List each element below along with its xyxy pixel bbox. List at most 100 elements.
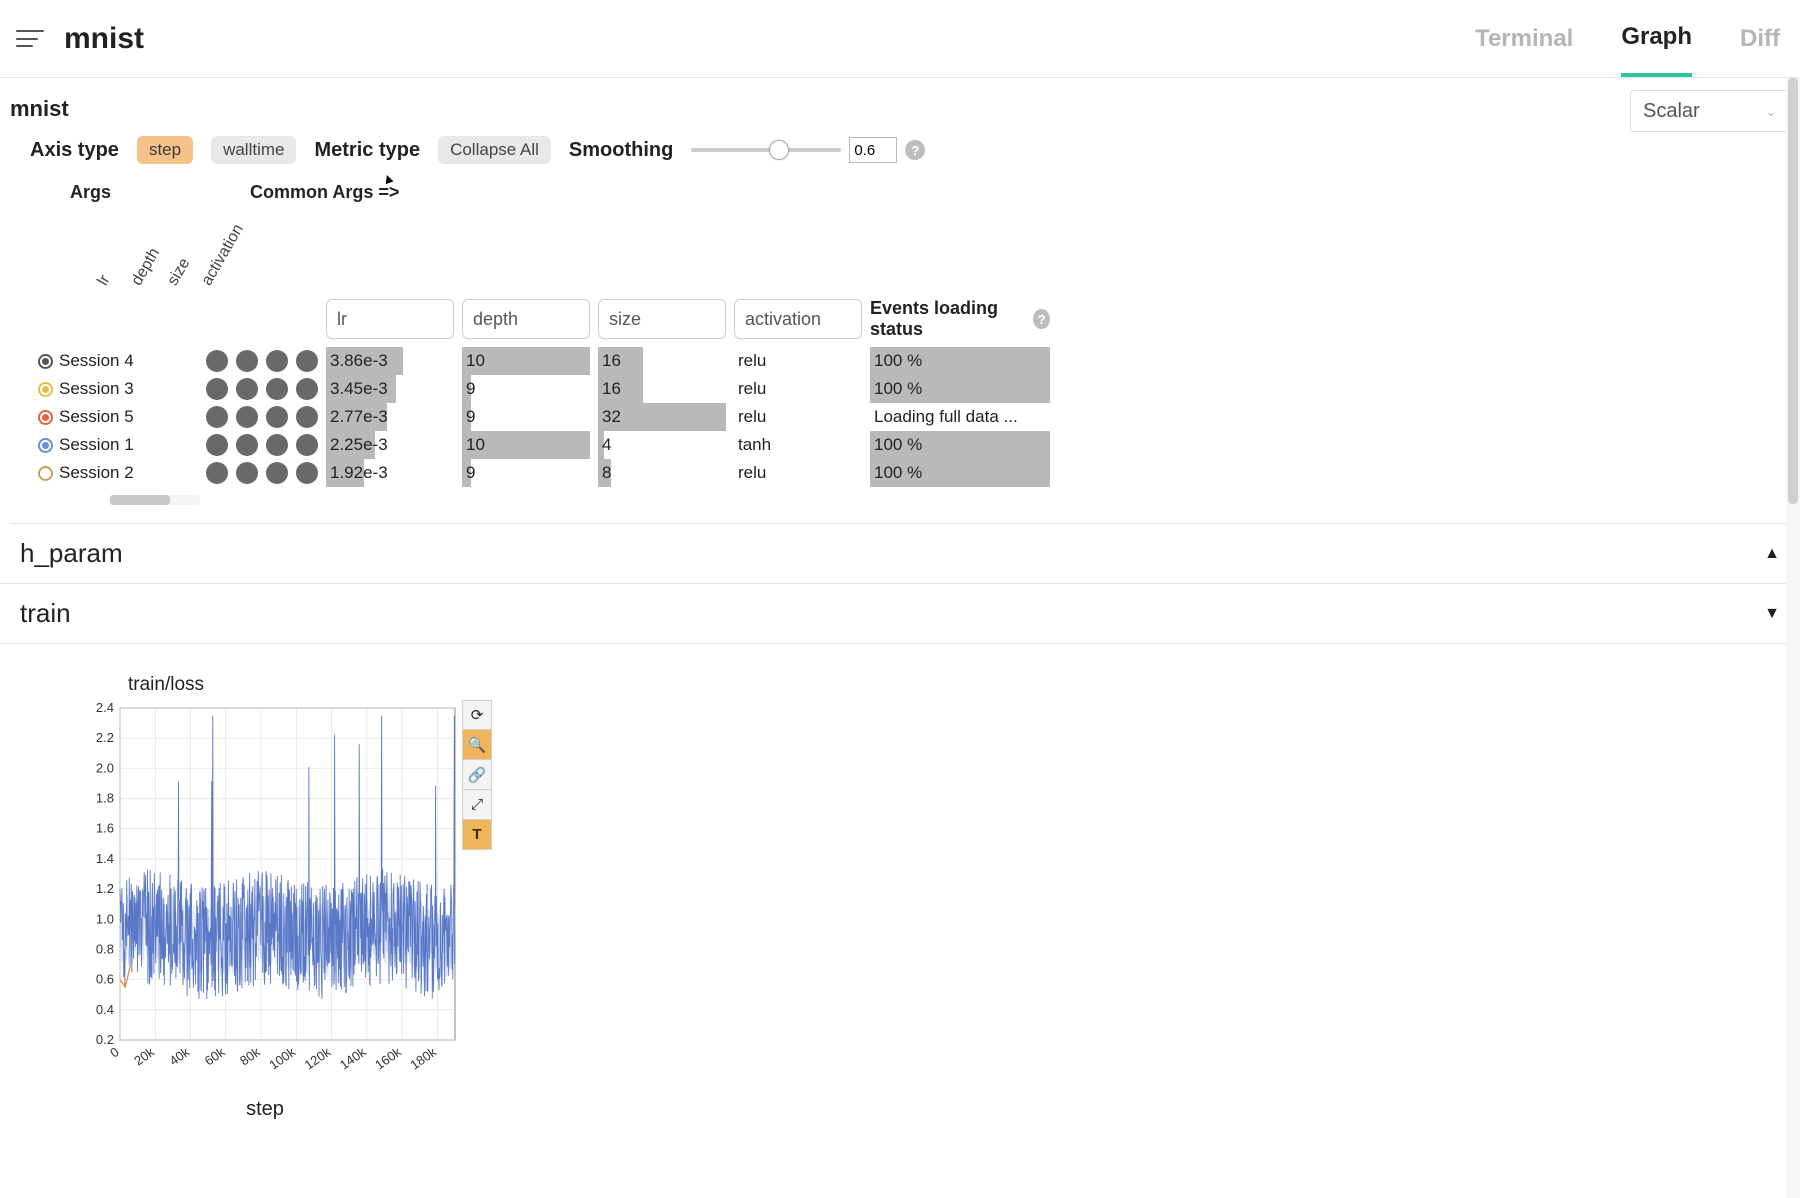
session-row[interactable]: Session 3 <box>38 375 198 403</box>
arg-dot[interactable] <box>206 350 228 372</box>
arg-dot[interactable] <box>206 462 228 484</box>
arg-dot[interactable] <box>236 350 258 372</box>
column-header[interactable]: lr <box>326 299 454 339</box>
arg-dot[interactable] <box>236 434 258 456</box>
arg-dot[interactable] <box>236 406 258 428</box>
column-size: size 16 16 32 4 8 <box>598 299 726 487</box>
breadcrumb: mnist <box>10 90 69 132</box>
expand-icon[interactable]: ⤢ <box>462 790 492 820</box>
diagonal-arg-labels: lr depth size activation <box>80 209 1790 289</box>
svg-text:140k: 140k <box>337 1044 369 1073</box>
session-row[interactable]: Session 1 <box>38 431 198 459</box>
text-icon[interactable]: T <box>462 820 492 850</box>
column-lr: lr 3.86e-3 3.45e-3 2.77e-3 2.25e-3 1.92e… <box>326 299 454 487</box>
smoothing-slider[interactable] <box>691 148 841 152</box>
column-header[interactable]: depth <box>462 299 590 339</box>
zoom-icon[interactable]: 🔍 <box>462 730 492 760</box>
link-icon[interactable]: 🔗 <box>462 760 492 790</box>
svg-text:100k: 100k <box>266 1044 298 1073</box>
svg-text:2.2: 2.2 <box>96 730 114 745</box>
arg-dot[interactable] <box>296 378 318 400</box>
session-list: Session 4 Session 3 Session 5 Session 1 … <box>38 299 198 487</box>
svg-text:1.0: 1.0 <box>96 911 114 926</box>
svg-text:1.2: 1.2 <box>96 881 114 896</box>
column-activation: activation relu relu relu tanh relu <box>734 299 862 487</box>
arg-dot[interactable] <box>206 406 228 428</box>
session-table: Session 4 Session 3 Session 5 Session 1 … <box>10 299 1790 487</box>
svg-text:40k: 40k <box>166 1044 192 1069</box>
svg-text:180k: 180k <box>407 1044 439 1073</box>
column-status: Events loading status? 100 % 100 % Loadi… <box>870 299 1050 487</box>
horizontal-scrollbar[interactable] <box>110 495 200 505</box>
arg-label-lr: lr <box>94 272 114 289</box>
menu-icon[interactable] <box>16 25 44 53</box>
svg-text:20k: 20k <box>131 1044 157 1069</box>
arg-dot[interactable] <box>296 350 318 372</box>
status-header: Events loading status <box>870 298 1027 340</box>
arg-dot[interactable] <box>296 434 318 456</box>
chart-train-loss: train/loss 0.20.40.60.81.01.21.41.61.82.… <box>0 644 1800 1151</box>
arg-dot[interactable] <box>206 434 228 456</box>
axis-step-pill[interactable]: step <box>137 136 193 164</box>
session-row[interactable]: Session 4 <box>38 347 198 375</box>
expand-down-icon: ▼ <box>1764 605 1780 623</box>
arg-dot[interactable] <box>266 378 288 400</box>
help-icon[interactable]: ? <box>1033 309 1050 329</box>
svg-text:80k: 80k <box>237 1044 263 1069</box>
smoothing-label: Smoothing <box>569 139 673 162</box>
arg-label-size: size <box>164 255 194 289</box>
common-args-label[interactable]: Common Args => <box>250 182 399 203</box>
column-header[interactable]: activation <box>734 299 862 339</box>
arg-dot[interactable] <box>236 462 258 484</box>
arg-dot[interactable] <box>206 378 228 400</box>
session-row[interactable]: Session 2 <box>38 459 198 487</box>
args-section: Args Common Args => lr depth size activa… <box>10 172 1790 299</box>
arg-dot-grid <box>206 299 318 487</box>
section-h-param[interactable]: h_param ▲ <box>0 524 1800 584</box>
main-tabs: Terminal Graph Diff <box>1475 1 1788 77</box>
arg-label-depth: depth <box>128 245 164 289</box>
svg-text:0.6: 0.6 <box>96 972 114 987</box>
chart-title: train/loss <box>128 674 460 696</box>
topbar: mnist Terminal Graph Diff <box>0 0 1800 78</box>
arg-dot[interactable] <box>266 434 288 456</box>
controls-row: Axis type step walltime Metric type Coll… <box>10 132 1790 172</box>
help-icon[interactable]: ? <box>905 140 925 160</box>
svg-text:2.4: 2.4 <box>96 700 114 715</box>
arg-dot[interactable] <box>296 462 318 484</box>
refresh-icon[interactable]: ⟳ <box>462 700 492 730</box>
chart-xlabel: step <box>70 1098 460 1121</box>
svg-text:0.8: 0.8 <box>96 941 114 956</box>
smoothing-input[interactable] <box>849 137 897 163</box>
collapse-up-icon: ▲ <box>1764 545 1780 563</box>
svg-text:1.8: 1.8 <box>96 791 114 806</box>
arg-dot[interactable] <box>266 406 288 428</box>
app-title: mnist <box>64 22 144 56</box>
svg-text:0.4: 0.4 <box>96 1002 114 1017</box>
vertical-scrollbar[interactable] <box>1786 78 1800 1198</box>
tag-dropdown-value: Scalar <box>1643 100 1700 123</box>
arg-dot[interactable] <box>296 406 318 428</box>
svg-text:1.6: 1.6 <box>96 821 114 836</box>
svg-text:2.0: 2.0 <box>96 760 114 775</box>
chart-canvas[interactable]: 0.20.40.60.81.01.21.41.61.82.02.22.4020k… <box>70 700 460 1080</box>
tab-diff[interactable]: Diff <box>1740 25 1780 75</box>
tag-dropdown[interactable]: Scalar ⌄ <box>1630 90 1790 132</box>
svg-text:60k: 60k <box>202 1044 228 1069</box>
svg-text:160k: 160k <box>372 1044 404 1073</box>
arg-dot[interactable] <box>266 350 288 372</box>
session-row[interactable]: Session 5 <box>38 403 198 431</box>
axis-type-label: Axis type <box>30 139 119 162</box>
svg-text:1.4: 1.4 <box>96 851 114 866</box>
metric-type-label: Metric type <box>314 139 420 162</box>
arg-dot[interactable] <box>236 378 258 400</box>
section-train[interactable]: train ▼ <box>0 584 1800 644</box>
column-header[interactable]: size <box>598 299 726 339</box>
tab-terminal[interactable]: Terminal <box>1475 25 1573 75</box>
svg-text:120k: 120k <box>302 1044 334 1073</box>
arg-dot[interactable] <box>266 462 288 484</box>
collapse-all-button[interactable]: Collapse All <box>438 136 551 164</box>
axis-walltime-pill[interactable]: walltime <box>211 136 296 164</box>
chart-toolbar: ⟳ 🔍 🔗 ⤢ T <box>462 700 492 850</box>
tab-graph[interactable]: Graph <box>1621 23 1692 77</box>
